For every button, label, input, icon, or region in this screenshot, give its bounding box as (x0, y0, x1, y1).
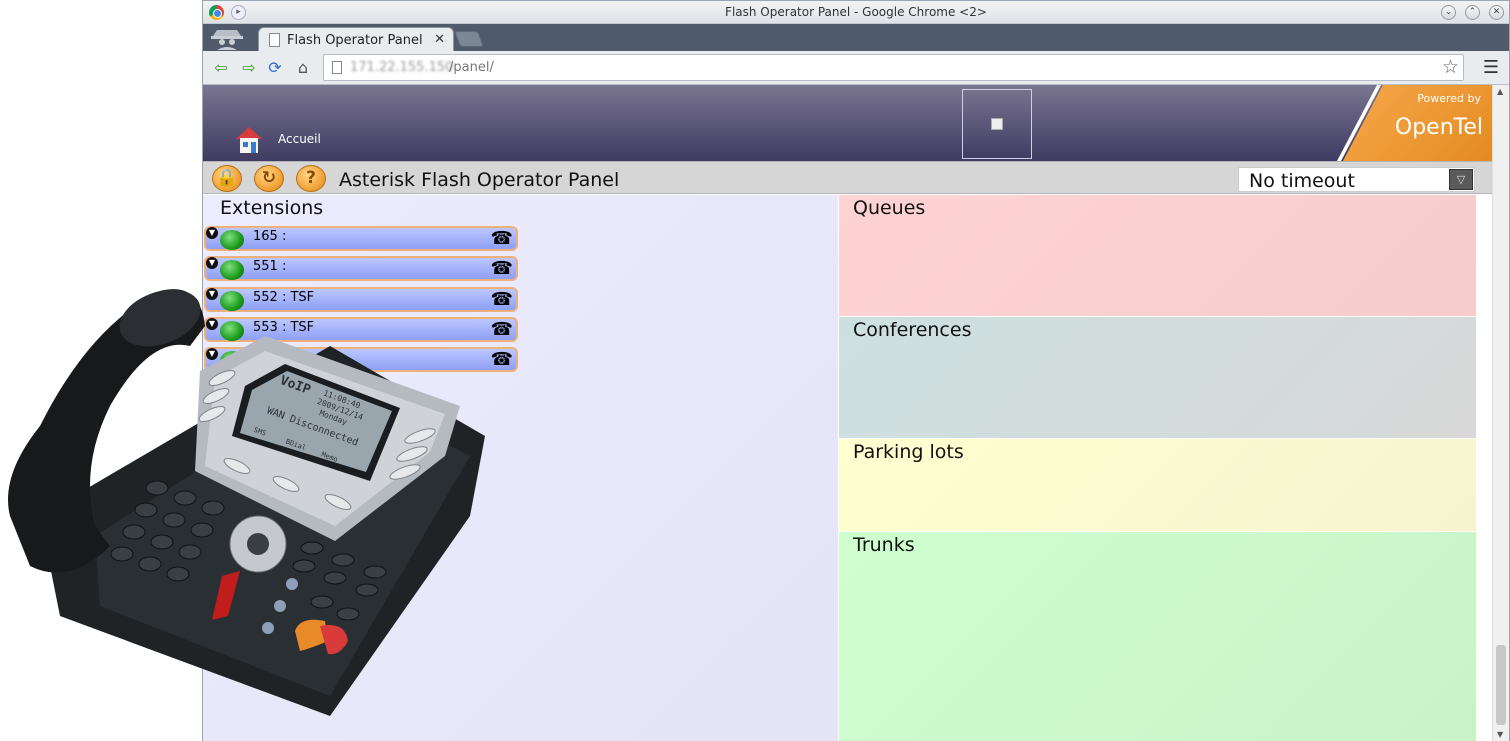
url-host: 171.22.155.150 (350, 60, 454, 75)
tab-strip: Flash Operator Panel ✕ (203, 24, 1509, 52)
parking-lots-panel: Parking lots (839, 439, 1476, 531)
dropdown-arrow-icon[interactable]: ▼ (206, 227, 218, 239)
address-bar[interactable]: 171.22.155.150 /panel/ ☆ (323, 54, 1464, 81)
extension-row[interactable]: ▼ 165 : ☎ (204, 226, 518, 251)
tab-flash-operator-panel[interactable]: Flash Operator Panel ✕ (258, 27, 454, 52)
tab-label: Flash Operator Panel (287, 33, 423, 48)
queues-heading: Queues (853, 197, 926, 219)
broken-image-placeholder (962, 89, 1032, 159)
phone-icon[interactable]: ☎ (491, 258, 513, 279)
status-green-icon (220, 230, 244, 250)
status-green-icon (220, 260, 244, 280)
timeout-select[interactable]: No timeout ▽ (1238, 167, 1475, 192)
trunks-panel: Trunks (839, 532, 1476, 741)
minimize-button[interactable]: ⌄ (1441, 5, 1456, 20)
powered-by-text: Powered by (1417, 92, 1481, 105)
scroll-down-icon[interactable]: ▼ (1497, 730, 1503, 739)
phone-icon[interactable]: ☎ (491, 319, 513, 340)
trunks-heading: Trunks (853, 534, 915, 556)
brand-name: OpenTel (1394, 115, 1483, 140)
conferences-heading: Conferences (853, 319, 972, 341)
chevron-down-icon[interactable]: ▽ (1449, 169, 1473, 190)
new-tab-button[interactable] (454, 31, 484, 47)
fop-toolbar: 🔒 ↻ ? Asterisk Flash Operator Panel No t… (203, 161, 1493, 194)
browser-toolbar: ⇦ ⇨ ⟳ ⌂ 171.22.155.150 /panel/ ☆ ☰ (203, 51, 1509, 85)
page-icon (269, 33, 280, 47)
queues-panel: Queues (839, 195, 1476, 316)
title-bar: ▸ Flash Operator Panel - Google Chrome <… (203, 1, 1509, 24)
scroll-thumb[interactable] (1496, 645, 1506, 725)
phone-icon[interactable]: ☎ (491, 349, 513, 370)
tab-close-icon[interactable]: ✕ (434, 32, 445, 47)
home-icon[interactable]: ⌂ (293, 58, 313, 78)
dropdown-arrow-icon[interactable]: ▼ (206, 257, 218, 269)
extension-label: 551 : (253, 259, 287, 274)
maximize-button[interactable]: ⌃ (1465, 5, 1480, 20)
opentel-logo: Powered by OpenTel (1343, 85, 1493, 161)
phone-icon[interactable]: ☎ (491, 228, 513, 249)
url-path: /panel/ (449, 60, 494, 75)
timeout-value: No timeout (1249, 170, 1355, 192)
home-house-icon[interactable] (233, 123, 265, 155)
phone-icon[interactable]: ☎ (491, 289, 513, 310)
lock-button[interactable]: 🔒 (212, 165, 242, 192)
home-link[interactable]: Accueil (278, 132, 321, 146)
page-title: Asterisk Flash Operator Panel (339, 169, 620, 191)
forward-arrow-icon[interactable]: ⇨ (239, 58, 259, 78)
header-banner: Accueil Powered by OpenTel (203, 85, 1493, 161)
page-scrollbar[interactable]: ▲ ▼ (1492, 85, 1509, 741)
page-info-icon[interactable] (332, 61, 342, 74)
extensions-heading: Extensions (220, 197, 324, 219)
scroll-up-icon[interactable]: ▲ (1497, 87, 1503, 96)
parking-lots-heading: Parking lots (853, 441, 964, 463)
window-title: Flash Operator Panel - Google Chrome <2> (725, 5, 987, 19)
back-arrow-icon[interactable]: ⇦ (211, 58, 231, 78)
refresh-button[interactable]: ↻ (254, 165, 284, 192)
bookmark-star-icon[interactable]: ☆ (1442, 56, 1459, 78)
voip-desk-phone-image: VoIP 11:08:40 2009/12/14 Monday WAN Disc… (8, 289, 485, 716)
conferences-panel: Conferences (839, 317, 1476, 438)
close-window-button[interactable]: ✕ (1489, 5, 1504, 20)
help-button[interactable]: ? (296, 165, 326, 192)
chrome-menu-icon[interactable]: ☰ (1483, 57, 1499, 78)
incognito-icon (211, 30, 243, 50)
reload-icon[interactable]: ⟳ (265, 58, 285, 78)
extension-row[interactable]: ▼ 551 : ☎ (204, 256, 518, 281)
extension-label: 165 : (253, 229, 287, 244)
